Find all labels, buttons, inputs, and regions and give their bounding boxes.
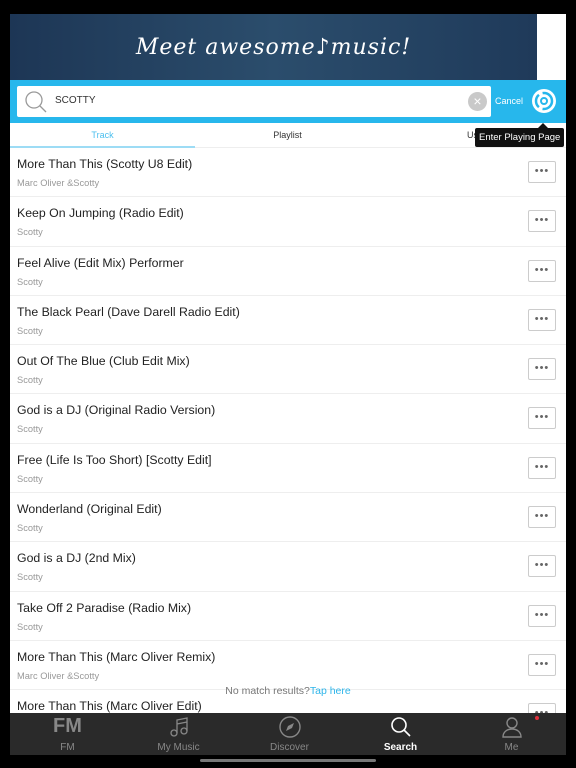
track-title: God is a DJ (2nd Mix)	[17, 551, 136, 566]
track-title: Feel Alive (Edit Mix) Performer	[17, 255, 184, 270]
music-note-icon	[123, 716, 234, 738]
track-title: The Black Pearl (Dave Darell Radio Edit)	[17, 304, 240, 319]
track-artist: Scotty	[17, 621, 43, 632]
search-icon	[25, 91, 47, 113]
track-row[interactable]: God is a DJ (2nd Mix) Scotty •••	[10, 542, 566, 592]
tab-track[interactable]: Track	[10, 130, 195, 140]
more-options-button[interactable]: •••	[528, 456, 556, 479]
banner: Meet awesome♪music!	[10, 14, 537, 80]
track-artist: Marc Oliver &Scotty	[17, 670, 100, 681]
tabbar-search[interactable]: Search	[345, 713, 456, 755]
tabbar-label: Search	[383, 742, 418, 753]
track-artist: Scotty	[17, 523, 43, 534]
more-options-button[interactable]: •••	[528, 259, 556, 282]
track-title: Take Off 2 Paradise (Radio Mix)	[17, 600, 192, 615]
track-row[interactable]: Take Off 2 Paradise (Radio Mix) Scotty •••	[10, 592, 566, 641]
more-options-button[interactable]: •••	[528, 308, 556, 331]
tab-bar: FM FM My Music Discover Search Me	[10, 713, 566, 755]
tabbar-me[interactable]: Me	[456, 713, 566, 755]
search-icon	[345, 716, 456, 738]
track-artist: Scotty	[17, 276, 43, 287]
track-artist: Scotty	[17, 325, 43, 336]
more-options-button[interactable]: •••	[528, 604, 556, 627]
more-options-button[interactable]: •••	[528, 555, 556, 578]
app: Meet awesome♪music! SCOTTY × Cancel Trac…	[10, 14, 566, 755]
track-list[interactable]: More Than This (Scotty U8 Edit) Marc Oliv…	[10, 148, 566, 713]
track-artist: Scotty	[17, 227, 43, 238]
track-row[interactable]: God is a DJ (Original Radio Version) Scot…	[10, 394, 566, 444]
cancel-button[interactable]: Cancel	[495, 96, 523, 106]
search-input[interactable]: SCOTTY ×	[17, 86, 491, 117]
more-options-button[interactable]: •••	[528, 506, 556, 529]
track-artist: Scotty	[17, 424, 43, 435]
track-title: Keep On Jumping (Radio Edit)	[17, 206, 184, 221]
track-title: More Than This (Scotty U8 Edit)	[17, 157, 193, 171]
track-row[interactable]: More Than This (Scotty U8 Edit) Marc Oliv…	[10, 148, 566, 198]
tab-playlist[interactable]: Playlist	[195, 130, 380, 140]
track-row[interactable]: Free (Life Is Too Short) [Scotty Edit] Sc…	[10, 444, 566, 494]
clear-icon[interactable]: ×	[468, 92, 487, 111]
track-title: God is a DJ (Original Radio Version)	[17, 403, 216, 418]
no-match-hint: No match results?Tap here	[10, 685, 566, 697]
more-options-button[interactable]: •••	[528, 358, 556, 381]
track-title: Out Of The Blue (Club Edit Mix)	[17, 354, 190, 369]
search-query: SCOTTY	[55, 95, 96, 106]
person-icon	[456, 716, 566, 738]
tabbar-fm[interactable]: FM FM	[12, 713, 123, 755]
track-row[interactable]: More Than This (Marc Oliver Remix) Marc O…	[10, 641, 566, 691]
track-title: More Than This (Marc Oliver Edit)	[17, 699, 202, 713]
tabbar-my-music[interactable]: My Music	[123, 713, 234, 755]
no-match-text: No match results?	[225, 685, 310, 697]
tabbar-discover[interactable]: Discover	[234, 713, 345, 755]
more-options-button[interactable]: •••	[528, 407, 556, 430]
more-options-button[interactable]: •••	[528, 653, 556, 676]
track-title: Wonderland (Original Edit)	[17, 502, 162, 517]
tabbar-label: Me	[504, 742, 519, 753]
track-artist: Scotty	[17, 572, 43, 583]
banner-text: Meet awesome♪music!	[135, 34, 412, 60]
track-row[interactable]: Wonderland (Original Edit) Scotty •••	[10, 493, 566, 543]
tap-here-link[interactable]: Tap here	[310, 685, 351, 697]
track-row[interactable]: Out Of The Blue (Club Edit Mix) Scotty •••	[10, 345, 566, 395]
track-title: Free (Life Is Too Short) [Scotty Edit]	[17, 452, 212, 467]
disc-icon[interactable]	[531, 88, 557, 114]
track-artist: Marc Oliver &Scotty	[17, 178, 100, 188]
track-title: More Than This (Marc Oliver Remix)	[17, 649, 216, 664]
search-bar: SCOTTY × Cancel	[10, 80, 566, 123]
more-options-button[interactable]: •••	[528, 210, 556, 233]
track-artist: Scotty	[17, 473, 43, 484]
track-row[interactable]: The Black Pearl (Dave Darell Radio Edit)…	[10, 296, 566, 346]
track-row[interactable]: Feel Alive (Edit Mix) Performer Scotty •••	[10, 247, 566, 296]
tooltip: Enter Playing Page	[475, 123, 565, 147]
tabbar-label: FM	[60, 742, 75, 753]
track-artist: Scotty	[17, 375, 43, 386]
compass-icon	[234, 716, 345, 738]
track-row[interactable]: Keep On Jumping (Radio Edit) Scotty •••	[10, 197, 566, 247]
tabbar-label: My Music	[157, 742, 200, 753]
home-indicator	[200, 759, 376, 762]
tabbar-label: Discover	[270, 742, 309, 753]
more-options-button[interactable]: •••	[528, 703, 556, 713]
notification-badge	[535, 716, 539, 720]
more-options-button[interactable]: •••	[528, 161, 556, 183]
fm-icon: FM	[53, 715, 82, 737]
